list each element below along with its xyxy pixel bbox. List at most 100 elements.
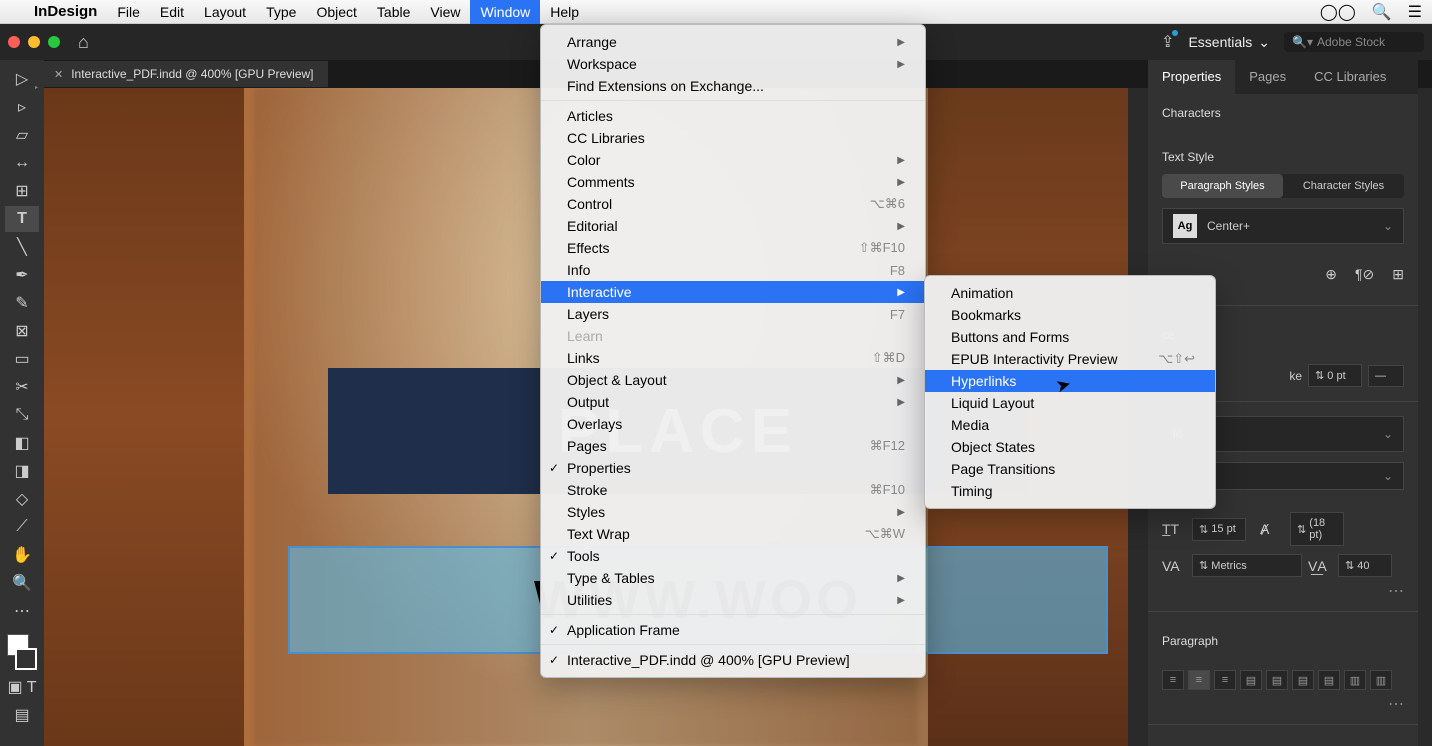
menu-edit[interactable]: Edit <box>150 0 194 24</box>
menu-item-stroke[interactable]: Stroke⌘F10 <box>541 479 925 501</box>
pencil-tool[interactable]: ✎ <box>5 290 39 316</box>
spotlight-icon[interactable]: 🔍 <box>1372 2 1392 22</box>
menu-item-pages[interactable]: Pages⌘F12 <box>541 435 925 457</box>
workspace-switcher[interactable]: Essentials ⌄ <box>1188 34 1270 51</box>
menu-item-overlays[interactable]: Overlays <box>541 413 925 435</box>
stroke-weight-input[interactable]: ⇅ 0 pt <box>1308 364 1362 387</box>
eyedropper-tool[interactable]: ⟋ <box>5 514 39 540</box>
menu-object[interactable]: Object <box>306 0 366 24</box>
menu-item-info[interactable]: InfoF8 <box>541 259 925 281</box>
menu-item-cc-libraries[interactable]: CC Libraries <box>541 127 925 149</box>
character-styles-tab[interactable]: Character Styles <box>1283 174 1404 198</box>
submenu-item-timing[interactable]: Timing <box>925 480 1215 502</box>
control-center-icon[interactable]: ☰ <box>1408 2 1422 22</box>
clear-overrides-icon[interactable]: ¶⊘ <box>1355 266 1374 283</box>
menu-item-workspace[interactable]: Workspace▶ <box>541 53 925 75</box>
menu-item-comments[interactable]: Comments▶ <box>541 171 925 193</box>
close-icon[interactable]: ✕ <box>54 68 63 81</box>
tracking-input[interactable]: ⇅ 40 <box>1338 554 1392 577</box>
submenu-item-page-transitions[interactable]: Page Transitions <box>925 458 1215 480</box>
submenu-item-liquid-layout[interactable]: Liquid Layout <box>925 392 1215 414</box>
menu-item-control[interactable]: Control⌥⌘6 <box>541 193 925 215</box>
menu-item-arrange[interactable]: Arrange▶ <box>541 31 925 53</box>
justify-right-button[interactable]: ▤ <box>1292 670 1314 690</box>
cc-icon[interactable]: ◯◯ <box>1320 2 1356 22</box>
font-size-input[interactable]: ⇅ 15 pt <box>1192 518 1246 541</box>
menu-item-application-frame[interactable]: Application Frame <box>541 619 925 645</box>
more-options-icon[interactable]: ⋯ <box>1148 694 1418 714</box>
home-icon[interactable]: ⌂ <box>78 32 89 53</box>
direct-selection-tool[interactable]: ▹ <box>5 94 39 120</box>
document-tab[interactable]: ✕ Interactive_PDF.indd @ 400% [GPU Previ… <box>44 61 328 87</box>
menu-item-interactive-pdf-indd-400-gpu-preview[interactable]: Interactive_PDF.indd @ 400% [GPU Preview… <box>541 649 925 671</box>
menu-item-editorial[interactable]: Editorial▶ <box>541 215 925 237</box>
color-theme-tool[interactable]: ⋯ <box>5 598 39 624</box>
menu-item-styles[interactable]: Styles▶ <box>541 501 925 523</box>
zoom-tool[interactable]: 🔍 <box>5 570 39 596</box>
fill-stroke-swatch[interactable] <box>5 632 39 672</box>
line-tool[interactable]: ╲ <box>5 234 39 260</box>
kerning-input[interactable]: ⇅ Metrics <box>1192 554 1302 577</box>
menu-item-utilities[interactable]: Utilities▶ <box>541 589 925 615</box>
menu-item-object-layout[interactable]: Object & Layout▶ <box>541 369 925 391</box>
align-left-button[interactable]: ≡ <box>1162 670 1184 690</box>
menu-item-layers[interactable]: LayersF7 <box>541 303 925 325</box>
new-style-icon[interactable]: ⊕ <box>1325 266 1337 283</box>
menu-item-effects[interactable]: Effects⇧⌘F10 <box>541 237 925 259</box>
submenu-item-bookmarks[interactable]: Bookmarks <box>925 304 1215 326</box>
submenu-item-object-states[interactable]: Object States <box>925 436 1215 458</box>
submenu-item-buttons-and-forms[interactable]: Buttons and Forms <box>925 326 1215 348</box>
menu-view[interactable]: View <box>420 0 470 24</box>
menu-item-type-tables[interactable]: Type & Tables▶ <box>541 567 925 589</box>
justify-center-button[interactable]: ▤ <box>1266 670 1288 690</box>
justify-all-button[interactable]: ▤ <box>1318 670 1340 690</box>
align-away-spine-button[interactable]: ▥ <box>1370 670 1392 690</box>
type-tool[interactable]: T <box>5 206 39 232</box>
tab-properties[interactable]: Properties <box>1148 60 1235 94</box>
menu-type[interactable]: Type <box>256 0 306 24</box>
free-transform-tool[interactable]: ⤡ <box>5 402 39 428</box>
selection-tool[interactable]: ▷▸ <box>5 66 39 92</box>
menu-window[interactable]: Window <box>470 0 540 24</box>
maximize-window[interactable] <box>48 36 60 48</box>
app-name[interactable]: InDesign <box>24 3 107 20</box>
menu-layout[interactable]: Layout <box>194 0 256 24</box>
submenu-item-animation[interactable]: Animation <box>925 282 1215 304</box>
align-center-button[interactable]: ≡ <box>1188 670 1210 690</box>
gradient-feather-tool[interactable]: ◨ <box>5 458 39 484</box>
content-collector-tool[interactable]: ⊞ <box>5 178 39 204</box>
page-tool[interactable]: ▱ <box>5 122 39 148</box>
stock-search[interactable]: 🔍▾ Adobe Stock <box>1284 32 1424 52</box>
menu-item-output[interactable]: Output▶ <box>541 391 925 413</box>
hand-tool[interactable]: ✋ <box>5 542 39 568</box>
menu-item-tools[interactable]: Tools <box>541 545 925 567</box>
tab-cc-libraries[interactable]: CC Libraries <box>1300 60 1400 94</box>
tab-pages[interactable]: Pages <box>1235 60 1300 94</box>
paragraph-styles-tab[interactable]: Paragraph Styles <box>1162 174 1283 198</box>
menu-item-links[interactable]: Links⇧⌘D <box>541 347 925 369</box>
menu-table[interactable]: Table <box>367 0 420 24</box>
more-options-icon[interactable]: ⋯ <box>1148 581 1418 601</box>
align-toward-spine-button[interactable]: ▥ <box>1344 670 1366 690</box>
gap-tool[interactable]: ↔ <box>5 150 39 176</box>
rectangle-tool[interactable]: ▭ <box>5 346 39 372</box>
submenu-item-media[interactable]: Media <box>925 414 1215 436</box>
menu-item-text-wrap[interactable]: Text Wrap⌥⌘W <box>541 523 925 545</box>
stroke-type-select[interactable]: — <box>1368 365 1404 387</box>
add-icon[interactable]: ⊞ <box>1392 266 1404 283</box>
justify-left-button[interactable]: ▤ <box>1240 670 1262 690</box>
minimize-window[interactable] <box>28 36 40 48</box>
menu-item-properties[interactable]: Properties <box>541 457 925 479</box>
menu-file[interactable]: File <box>107 0 150 24</box>
leading-input[interactable]: ⇅ (18 pt) <box>1290 512 1344 546</box>
menu-item-interactive[interactable]: Interactive▶ <box>541 281 925 303</box>
close-window[interactable] <box>8 36 20 48</box>
format-container-toggle[interactable]: ▣ T <box>5 674 39 700</box>
paragraph-style-selector[interactable]: Ag Center+ ⌄ <box>1162 208 1404 244</box>
rectangle-frame-tool[interactable]: ⊠ <box>5 318 39 344</box>
gradient-swatch-tool[interactable]: ◧ <box>5 430 39 456</box>
menu-help[interactable]: Help <box>540 0 589 24</box>
note-tool[interactable]: ◇ <box>5 486 39 512</box>
menu-item-articles[interactable]: Articles <box>541 105 925 127</box>
align-right-button[interactable]: ≡ <box>1214 670 1236 690</box>
